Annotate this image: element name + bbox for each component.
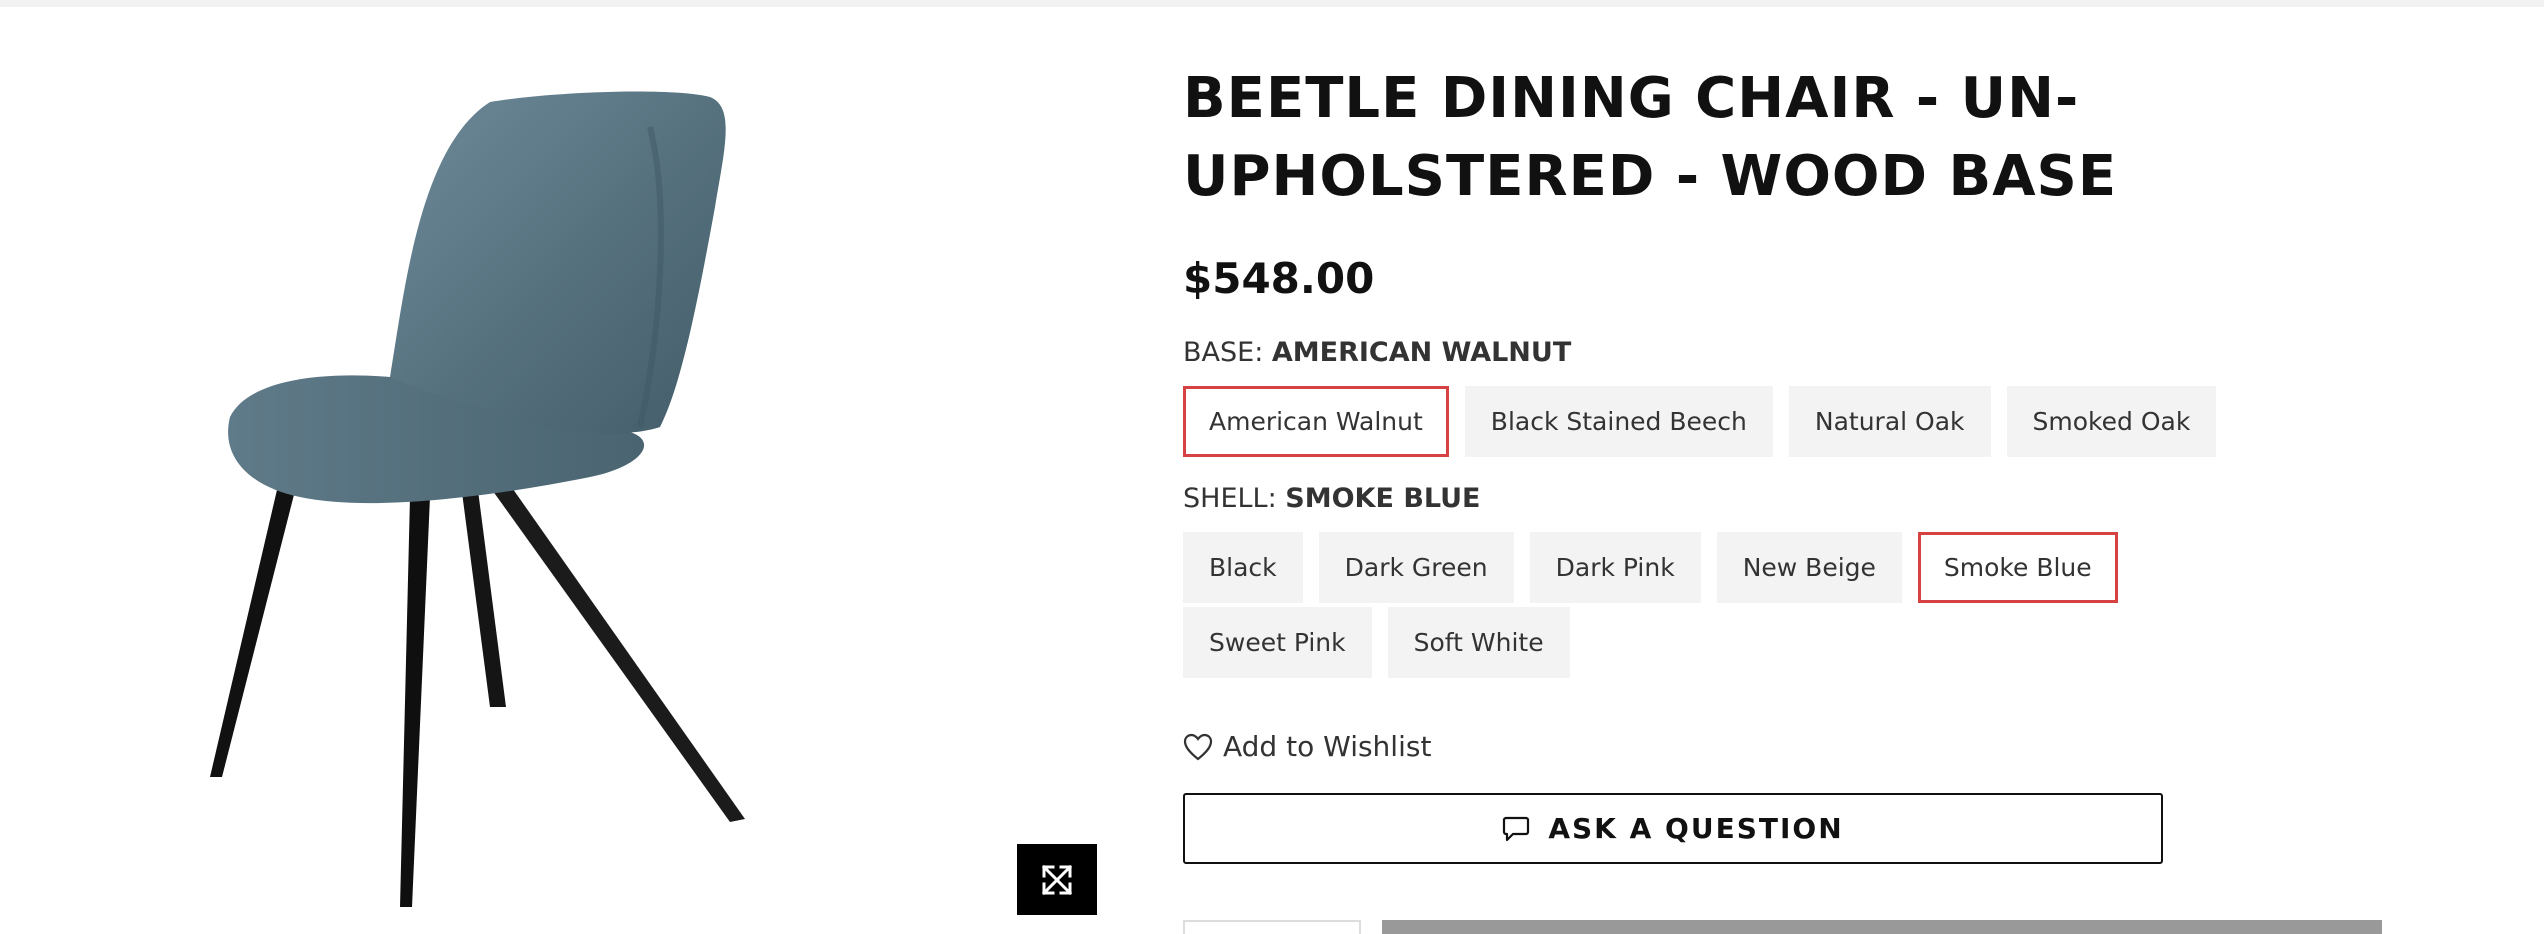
shell-selected-value: SMOKE BLUE xyxy=(1285,483,1481,514)
base-swatches: American Walnut Black Stained Beech Natu… xyxy=(1183,386,2333,461)
product-info: BEETLE DINING CHAIR - UN- UPHOLSTERED - … xyxy=(1183,60,2513,864)
shell-option-label: SHELL: SMOKE BLUE xyxy=(1183,483,2513,514)
ask-question-button[interactable]: ASK A QUESTION xyxy=(1183,793,2163,864)
base-label: BASE: xyxy=(1183,337,1264,368)
quantity-stepper[interactable] xyxy=(1183,920,1361,934)
shell-option-sweet-pink[interactable]: Sweet Pink xyxy=(1183,607,1372,678)
shell-swatches: Black Dark Green Dark Pink New Beige Smo… xyxy=(1183,532,2323,682)
base-option-label: BASE: AMERICAN WALNUT xyxy=(1183,337,2513,368)
expand-icon xyxy=(1041,864,1073,895)
shell-option-black[interactable]: Black xyxy=(1183,532,1303,603)
base-option-black-stained-beech[interactable]: Black Stained Beech xyxy=(1464,386,1773,457)
add-to-wishlist-link[interactable]: Add to Wishlist xyxy=(1183,730,2513,763)
product-gallery xyxy=(0,7,1110,934)
product-image xyxy=(210,91,745,907)
base-option-smoked-oak[interactable]: Smoked Oak xyxy=(2006,386,2217,457)
shell-option-dark-green[interactable]: Dark Green xyxy=(1318,532,1514,603)
base-option-natural-oak[interactable]: Natural Oak xyxy=(1788,386,1991,457)
product-title: BEETLE DINING CHAIR - UN- UPHOLSTERED - … xyxy=(1183,66,2118,209)
zoom-button[interactable] xyxy=(1017,844,1097,915)
add-to-cart-button[interactable] xyxy=(1382,920,2382,934)
shell-option-dark-pink[interactable]: Dark Pink xyxy=(1529,532,1701,603)
ask-question-label: ASK A QUESTION xyxy=(1548,812,1844,845)
wishlist-label: Add to Wishlist xyxy=(1223,730,1432,763)
shell-option-new-beige[interactable]: New Beige xyxy=(1716,532,1902,603)
heart-icon xyxy=(1183,733,1213,760)
shell-option-smoke-blue[interactable]: Smoke Blue xyxy=(1917,532,2118,603)
product-price: $548.00 xyxy=(1183,254,1375,303)
top-divider xyxy=(0,0,2544,7)
shell-option-soft-white[interactable]: Soft White xyxy=(1387,607,1570,678)
base-selected-value: AMERICAN WALNUT xyxy=(1271,337,1572,368)
base-option-american-walnut[interactable]: American Walnut xyxy=(1183,386,1449,457)
shell-label: SHELL: xyxy=(1183,483,1277,514)
speech-bubble-icon xyxy=(1503,816,1530,841)
